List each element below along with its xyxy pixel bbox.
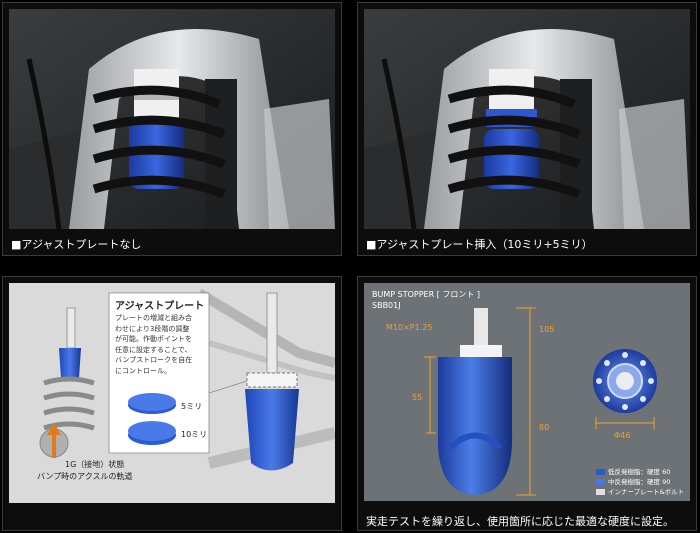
legend-item: 低反発樹脂：硬度 60 — [608, 468, 671, 476]
callout-line: バンプストロークを自在 — [115, 356, 193, 364]
suspension-photo-with-plate — [364, 9, 690, 229]
dimension-phi46: Φ46 — [614, 431, 631, 440]
caption-no-plate: ■アジャストプレートなし — [11, 238, 142, 251]
legend: 低反発樹脂：硬度 60 中反発樹脂：硬度 90 インナープレート&ボルト — [608, 467, 684, 497]
panel-adjust-plate-diagram: アジャストプレート プレートの増減と組み合 わせにより3段階の調整 が可能。作動… — [2, 276, 342, 531]
callout-line: プレートの増減と組み合 — [115, 314, 192, 322]
axle-label: バンプ時のアクスルの軌道 — [37, 472, 133, 481]
plate-10-label: 10ミリ — [181, 430, 208, 439]
caption-with-plate: ■アジャストプレート挿入（10ミリ+5ミリ） — [366, 238, 593, 251]
callout-line: が可能。作動ポイントを — [115, 335, 192, 343]
state-label: 1G（接地）状態 — [65, 460, 125, 469]
legend-item: インナープレート&ボルト — [608, 488, 685, 496]
callout-title: アジャストプレート — [115, 301, 205, 312]
callout-text: プレートの増減と組み合 わせにより3段階の調整 が可能。作動ポイントを 任意に設… — [115, 313, 207, 376]
suspension-photo-no-plate — [9, 9, 335, 229]
callout-line: わせにより3段階の調整 — [115, 324, 190, 333]
panel-no-plate: ■アジャストプレートなし — [2, 2, 342, 256]
part-number: SBB01J — [372, 301, 401, 310]
callout-line: 任意に設定することで、 — [115, 345, 192, 354]
spec-title: BUMP STOPPER [ フロント ] — [372, 290, 481, 299]
bump-stopper-caption: 実走テストを繰り返し、使用箇所に応じた最適な硬度に設定。 — [366, 515, 674, 528]
legend-item: 中反発樹脂：硬度 90 — [608, 478, 671, 486]
dimension-80: 80 — [539, 423, 550, 432]
dimension-105: 105 — [539, 325, 555, 334]
panel-with-plate: ■アジャストプレート挿入（10ミリ+5ミリ） — [357, 2, 697, 256]
adjust-plate-diagram: アジャストプレート プレートの増減と組み合 わせにより3段階の調整 が可能。作動… — [9, 283, 335, 503]
panel-bump-stopper-spec: BUMP STOPPER [ フロント ] SBB01J M10×P1.25 1… — [357, 276, 697, 531]
thread-label: M10×P1.25 — [386, 323, 433, 332]
dimension-55: 55 — [412, 393, 423, 402]
bump-stopper-spec-drawing: BUMP STOPPER [ フロント ] SBB01J M10×P1.25 1… — [364, 283, 690, 501]
plate-5-label: 5ミリ — [181, 402, 203, 411]
callout-line: にコントロール。 — [115, 366, 171, 375]
